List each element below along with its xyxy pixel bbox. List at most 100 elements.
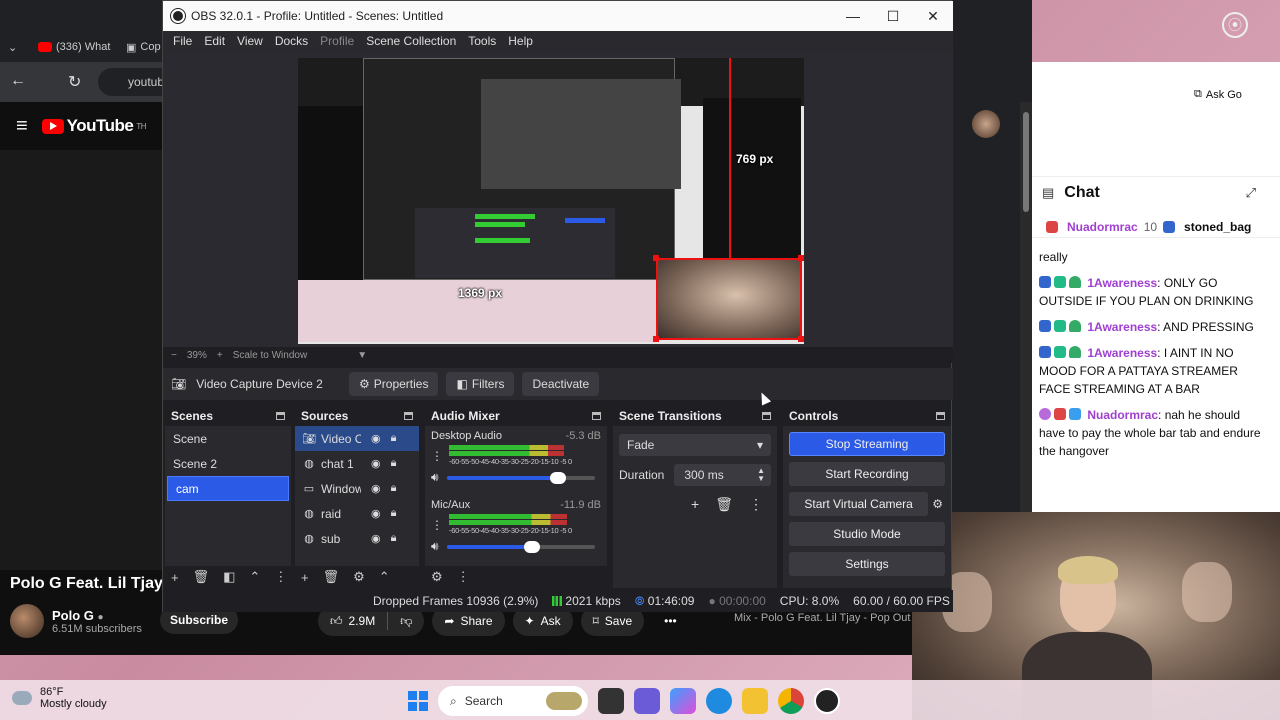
eye-icon[interactable]: ◉ bbox=[371, 482, 381, 495]
tab-youtube[interactable]: (336) What bbox=[38, 37, 110, 57]
gear-icon[interactable]: ⚙ bbox=[932, 497, 943, 511]
avatar[interactable] bbox=[10, 604, 44, 638]
menu-help[interactable]: Help bbox=[502, 34, 539, 48]
preview-canvas[interactable]: 769 px 1369 px bbox=[298, 58, 804, 344]
undock-icon[interactable] bbox=[592, 412, 601, 420]
source-item[interactable]: 📷︎ Video C ◉ 🔒︎ bbox=[295, 426, 419, 451]
lock-icon[interactable]: 🔒︎ bbox=[391, 532, 397, 545]
preview-selected-source[interactable] bbox=[656, 258, 802, 340]
menu-file[interactable]: File bbox=[167, 34, 198, 48]
eye-icon[interactable]: ◉ bbox=[371, 532, 381, 545]
resize-handle[interactable] bbox=[653, 336, 659, 342]
undock-icon[interactable] bbox=[404, 412, 413, 420]
minimize-icon[interactable]: — bbox=[833, 1, 873, 31]
ask-google-button[interactable]: ⧉ Ask Go bbox=[1194, 88, 1242, 101]
deactivate-button[interactable]: Deactivate bbox=[522, 372, 600, 396]
duration-input[interactable]: 300 ms ▲ ▼ bbox=[674, 464, 771, 486]
menu-edit[interactable]: Edit bbox=[198, 34, 231, 48]
speaker-icon[interactable]: 🔊︎ bbox=[431, 539, 439, 554]
menu-profile[interactable]: Profile bbox=[314, 34, 360, 48]
volume-slider[interactable] bbox=[446, 540, 595, 553]
zoom-out-icon[interactable]: − bbox=[171, 350, 177, 361]
taskbar-search[interactable]: ⌕ Search bbox=[438, 686, 588, 716]
channel-name[interactable]: Polo G ● bbox=[52, 608, 142, 623]
mix-playlist-item[interactable]: Mix - Polo G Feat. Lil Tjay - Pop Out bbox=[734, 612, 914, 624]
message-author[interactable]: Nuadormrac bbox=[1087, 408, 1158, 422]
stop-streaming-button[interactable]: Stop Streaming bbox=[789, 432, 945, 456]
add-icon[interactable]: + bbox=[691, 496, 699, 513]
more-icon[interactable]: ⋮ bbox=[749, 496, 763, 513]
source-item[interactable]: ◍ chat 1 ◉ 🔒︎ bbox=[295, 451, 419, 476]
filter-icon[interactable]: ◧ bbox=[223, 569, 235, 585]
add-icon[interactable]: + bbox=[171, 570, 179, 585]
gear-icon[interactable]: ⚙ bbox=[353, 569, 365, 585]
eye-icon[interactable]: ◉ bbox=[371, 432, 381, 445]
back-icon[interactable]: ← bbox=[10, 72, 26, 90]
scene-item[interactable]: cam bbox=[167, 476, 289, 501]
tab-dropdown[interactable]: ⌄ bbox=[8, 37, 17, 57]
speaker-icon[interactable]: 🔊︎ bbox=[431, 470, 439, 485]
message-author[interactable]: 1Awareness bbox=[1087, 346, 1157, 360]
add-icon[interactable]: + bbox=[301, 570, 309, 585]
more-icon[interactable]: ⋮ bbox=[431, 518, 443, 532]
pinned-user[interactable]: Nuadormrac bbox=[1067, 220, 1138, 234]
scene-item[interactable]: Scene 2 bbox=[165, 451, 291, 476]
avatar[interactable] bbox=[972, 110, 1000, 138]
start-icon[interactable] bbox=[408, 691, 428, 711]
source-item[interactable]: ◍ raid ◉ 🔒︎ bbox=[295, 501, 419, 526]
thumbs-down-icon[interactable]: 👎︎ bbox=[400, 614, 412, 629]
eye-icon[interactable]: ◉ bbox=[371, 457, 381, 470]
obs-taskbar-icon[interactable] bbox=[814, 688, 840, 714]
zoom-in-icon[interactable]: + bbox=[217, 350, 223, 361]
undock-icon[interactable] bbox=[936, 412, 945, 420]
lock-icon[interactable]: 🔒︎ bbox=[391, 482, 397, 495]
trash-icon[interactable]: 🗑︎ bbox=[715, 496, 733, 513]
lock-icon[interactable]: 🔒︎ bbox=[391, 507, 397, 520]
more-icon[interactable]: ⋮ bbox=[457, 569, 470, 585]
resize-handle[interactable] bbox=[653, 255, 659, 261]
copilot-icon[interactable] bbox=[670, 688, 696, 714]
eye-icon[interactable]: ◉ bbox=[371, 507, 381, 520]
start-virtual-camera-button[interactable]: Start Virtual Camera bbox=[789, 492, 929, 516]
close-icon[interactable]: ✕ bbox=[913, 1, 953, 31]
chevron-down-icon[interactable]: ▼ bbox=[357, 350, 367, 361]
edge-icon[interactable] bbox=[706, 688, 732, 714]
channel-info[interactable]: Polo G ● 6.51M subscribers bbox=[10, 604, 142, 638]
chrome-icon[interactable] bbox=[778, 688, 804, 714]
scrollbar-thumb[interactable] bbox=[1023, 112, 1029, 212]
video-player[interactable] bbox=[0, 150, 162, 570]
menu-tools[interactable]: Tools bbox=[462, 34, 502, 48]
scale-mode[interactable]: Scale to Window bbox=[233, 350, 307, 361]
menu-scene-collection[interactable]: Scene Collection bbox=[360, 34, 462, 48]
chevron-up-icon[interactable]: ⌃ bbox=[379, 569, 390, 585]
resize-handle[interactable] bbox=[798, 336, 804, 342]
teams-icon[interactable] bbox=[634, 688, 660, 714]
scene-item[interactable]: Scene bbox=[165, 426, 291, 451]
slider-knob[interactable] bbox=[549, 471, 566, 484]
lock-icon[interactable]: 🔒︎ bbox=[391, 432, 397, 445]
more-icon[interactable]: ⋮ bbox=[274, 569, 287, 585]
menu-docks[interactable]: Docks bbox=[269, 34, 314, 48]
message-author[interactable]: 1Awareness bbox=[1087, 320, 1157, 334]
file-explorer-icon[interactable] bbox=[742, 688, 768, 714]
menu-icon[interactable]: ≡ bbox=[16, 115, 28, 138]
tab-copilot[interactable]: ▣ Cop bbox=[126, 37, 161, 57]
lock-icon[interactable]: 🔒︎ bbox=[391, 457, 397, 470]
volume-slider[interactable] bbox=[446, 471, 595, 484]
profile-icon[interactable]: ⦿ bbox=[1222, 12, 1248, 38]
spin-arrows-icon[interactable]: ▲ ▼ bbox=[757, 467, 765, 483]
undock-icon[interactable] bbox=[276, 412, 285, 420]
properties-button[interactable]: ⚙ Properties bbox=[349, 372, 439, 396]
trash-icon[interactable]: 🗑︎ bbox=[193, 569, 210, 585]
reload-icon[interactable]: ↻ bbox=[68, 72, 81, 92]
pinned-user[interactable]: stoned_bag bbox=[1184, 220, 1251, 234]
popout-icon[interactable]: ⤢ bbox=[1246, 185, 1256, 201]
menu-view[interactable]: View bbox=[231, 34, 269, 48]
source-item[interactable]: ◍ sub ◉ 🔒︎ bbox=[295, 526, 419, 551]
message-author[interactable]: 1Awareness bbox=[1087, 276, 1157, 290]
more-icon[interactable]: ⋮ bbox=[431, 449, 443, 463]
task-view-icon[interactable] bbox=[598, 688, 624, 714]
youtube-logo[interactable]: YouTube TH bbox=[41, 116, 147, 136]
studio-mode-button[interactable]: Studio Mode bbox=[789, 522, 945, 546]
weather-widget[interactable]: 86°F Mostly cloudy bbox=[12, 686, 107, 710]
